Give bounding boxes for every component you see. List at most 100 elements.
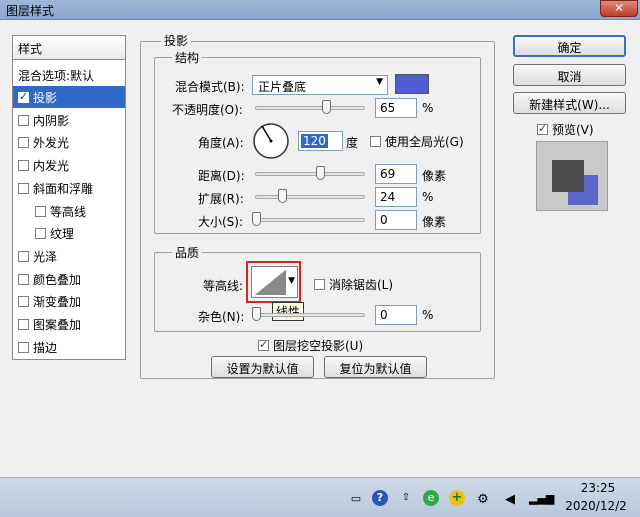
linear-contour-icon <box>253 268 287 296</box>
style-item-8[interactable]: 光泽 <box>13 245 125 267</box>
style-item-6[interactable]: 等高线 <box>13 200 125 222</box>
style-item-10[interactable]: 渐变叠加 <box>13 290 125 312</box>
contour-picker[interactable]: ▼ <box>251 266 298 298</box>
spread-label: 扩展(R): <box>198 192 244 206</box>
structure-group-title: 结构 <box>172 49 203 66</box>
shadow-color-swatch[interactable] <box>395 74 429 94</box>
quality-group-title: 品质 <box>172 244 203 261</box>
style-item-label: 渐变叠加 <box>33 295 82 310</box>
contour-label: 等高线: <box>203 279 244 293</box>
new-style-button[interactable]: 新建样式(W)... <box>513 92 626 114</box>
ok-button[interactable]: 确定 <box>513 35 626 57</box>
contour-dropdown-icon[interactable]: ▼ <box>288 276 295 286</box>
size-input[interactable]: 0 <box>375 210 417 230</box>
style-item-label: 图案叠加 <box>33 318 82 332</box>
style-item-3[interactable]: 外发光 <box>13 131 125 153</box>
style-item-label: 描边 <box>33 340 58 355</box>
size-label: 大小(S): <box>198 215 244 229</box>
shadow-group-title: 投影 <box>161 32 192 49</box>
checkbox-icon[interactable] <box>18 137 29 149</box>
network-icon[interactable]: ⚙ <box>475 492 491 507</box>
size-slider-thumb[interactable] <box>252 212 261 226</box>
checkbox-icon[interactable] <box>18 90 29 103</box>
checkbox-icon[interactable] <box>18 341 29 353</box>
clock-date[interactable]: 2020/12/2 <box>556 499 636 513</box>
style-item-label: 内阴影 <box>33 113 70 128</box>
spread-slider-thumb[interactable] <box>278 189 287 203</box>
checkbox-icon[interactable] <box>35 205 46 217</box>
global-light-checkbox[interactable]: 使用全局光(G) <box>370 133 464 150</box>
spread-input[interactable]: 24 <box>375 187 417 207</box>
volume-icon[interactable]: ◀ <box>502 492 518 507</box>
checkbox-icon[interactable] <box>35 228 46 240</box>
flag-icon[interactable]: ⇧ <box>398 492 414 503</box>
blend-mode-select[interactable]: 正片叠底 ▼ <box>252 75 388 95</box>
style-item-2[interactable]: 内阴影 <box>13 109 125 131</box>
opacity-slider-thumb[interactable] <box>322 100 331 114</box>
knockout-checkbox[interactable]: 图层挖空投影(U) <box>258 337 363 354</box>
preview-layer <box>552 160 584 192</box>
angle-input[interactable]: 120 <box>298 131 343 151</box>
add-icon[interactable]: + <box>449 490 465 506</box>
blend-options-item[interactable]: 混合选项:默认 <box>13 64 125 86</box>
noise-slider[interactable] <box>255 313 365 317</box>
checkbox-icon[interactable] <box>18 160 29 172</box>
knockout-check-icon <box>258 338 269 351</box>
spread-unit: % <box>422 190 434 204</box>
angle-unit: 度 <box>346 136 359 150</box>
opacity-input[interactable]: 65 <box>375 98 417 118</box>
antialias-label: 消除锯齿(L) <box>329 278 394 292</box>
preview-label: 预览(V) <box>552 123 594 137</box>
size-slider[interactable] <box>255 218 365 222</box>
checkbox-icon[interactable] <box>18 182 29 194</box>
distance-input[interactable]: 69 <box>375 164 417 184</box>
noise-input[interactable]: 0 <box>375 305 417 325</box>
distance-slider-thumb[interactable] <box>316 166 325 180</box>
checkbox-icon[interactable] <box>18 273 29 285</box>
style-list-header: 样式 <box>13 36 125 60</box>
style-item-label: 纹理 <box>50 227 75 242</box>
title-bar: 图层样式 ✕ <box>0 0 640 20</box>
opacity-slider[interactable] <box>255 106 365 110</box>
checkbox-icon[interactable] <box>18 319 29 330</box>
style-list: 样式 混合选项:默认 投影内阴影外发光内发光斜面和浮雕等高线纹理光泽颜色叠加渐变… <box>12 35 126 360</box>
distance-slider[interactable] <box>255 172 365 176</box>
style-item-5[interactable]: 斜面和浮雕 <box>13 177 125 199</box>
antialias-checkbox[interactable]: 消除锯齿(L) <box>314 276 393 293</box>
style-item-7[interactable]: 纹理 <box>13 222 125 244</box>
global-light-label: 使用全局光(G) <box>385 135 464 149</box>
preview-checkbox[interactable]: 预览(V) <box>537 121 594 138</box>
chevron-down-icon: ▼ <box>376 77 383 87</box>
checkbox-icon[interactable] <box>18 296 29 308</box>
noise-label: 杂色(N): <box>198 310 245 324</box>
reset-default-button[interactable]: 复位为默认值 <box>324 356 427 378</box>
style-item-1[interactable]: 投影 <box>13 86 125 108</box>
clock-time[interactable]: 23:25 <box>560 481 636 495</box>
style-item-12[interactable]: 描边 <box>13 336 125 358</box>
help-icon[interactable]: ? <box>372 490 388 506</box>
angle-dial[interactable] <box>252 122 290 160</box>
style-item-label: 等高线 <box>50 204 87 219</box>
blend-mode-value: 正片叠底 <box>258 80 307 94</box>
style-item-label: 投影 <box>33 91 58 105</box>
checkbox-icon[interactable] <box>18 114 29 126</box>
style-item-label: 颜色叠加 <box>33 272 82 287</box>
angle-label: 角度(A): <box>198 136 244 150</box>
style-item-9[interactable]: 颜色叠加 <box>13 268 125 290</box>
style-item-4[interactable]: 内发光 <box>13 154 125 176</box>
make-default-button[interactable]: 设置为默认值 <box>211 356 314 378</box>
keyboard-icon[interactable]: ▭ <box>348 492 364 505</box>
signal-icon[interactable]: ▂▄▆ <box>529 492 554 505</box>
noise-slider-thumb[interactable] <box>252 307 261 321</box>
spread-slider[interactable] <box>255 195 365 199</box>
opacity-unit: % <box>422 101 434 115</box>
close-button[interactable]: ✕ <box>600 0 638 17</box>
cancel-button[interactable]: 取消 <box>513 64 626 86</box>
angle-dial-icon <box>253 123 289 159</box>
style-item-label: 内发光 <box>33 159 70 174</box>
checkbox-icon[interactable] <box>18 250 29 262</box>
style-item-11[interactable]: 图案叠加 <box>13 313 125 335</box>
preview-check-icon <box>537 122 548 135</box>
browser-icon[interactable]: e <box>423 490 439 506</box>
global-light-check-icon <box>370 136 381 147</box>
